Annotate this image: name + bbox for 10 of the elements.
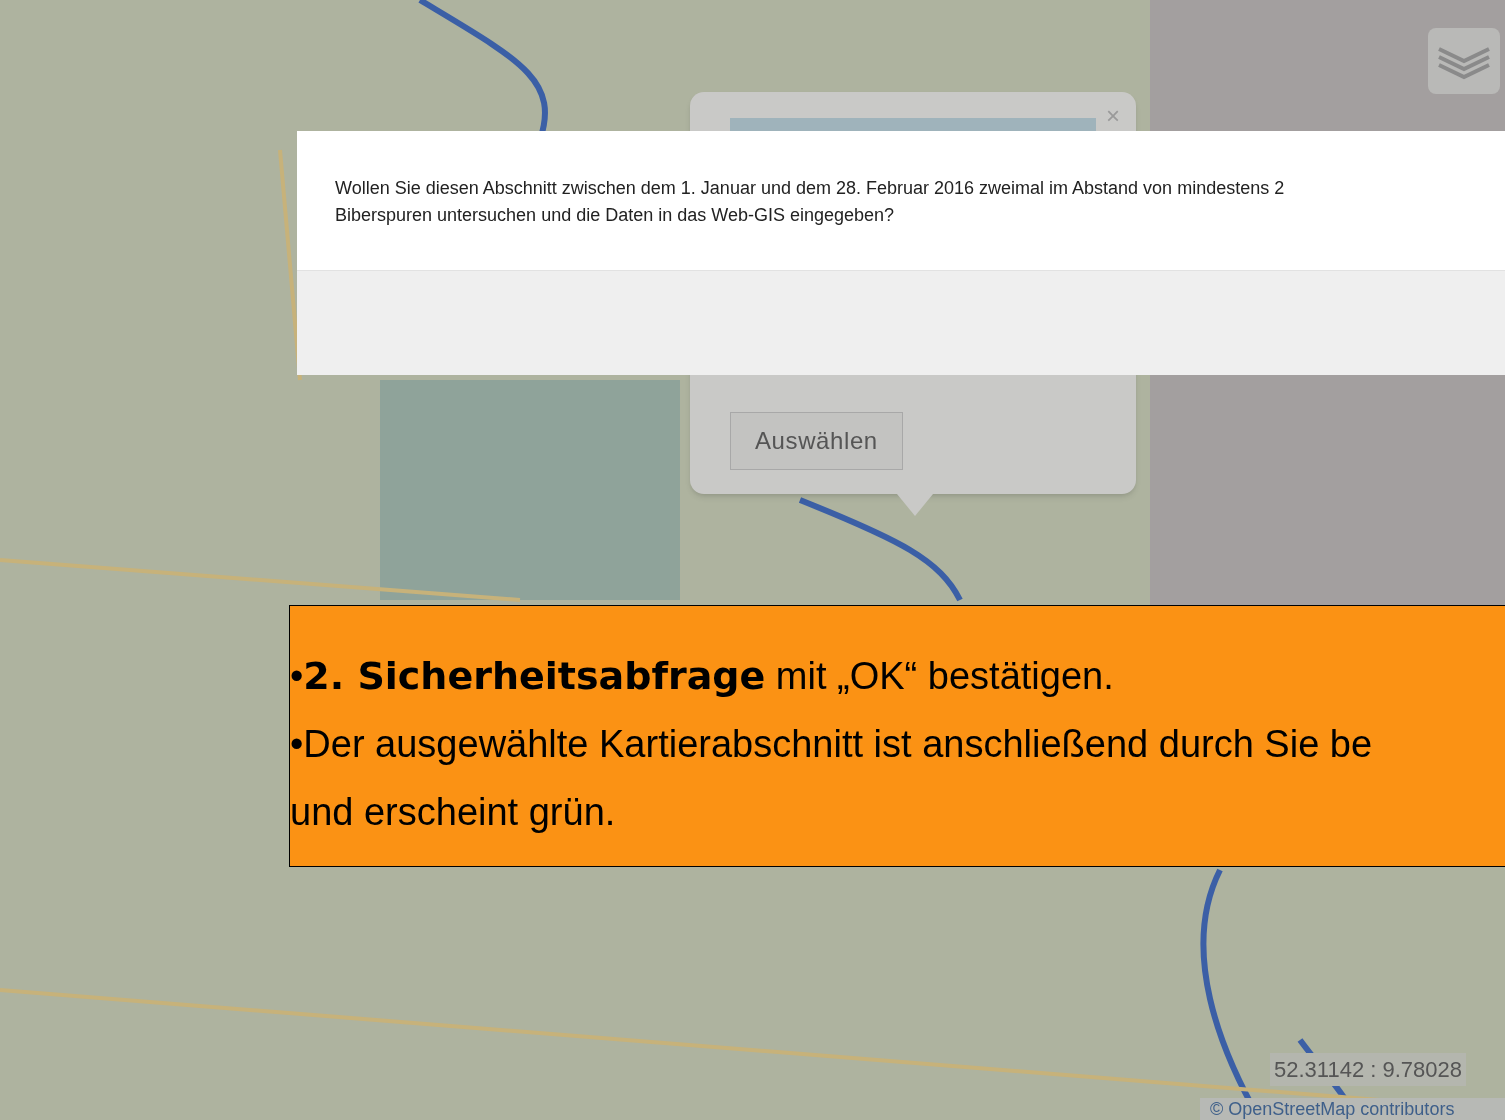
select-button[interactable]: Auswählen bbox=[730, 412, 903, 470]
annotation-text: •Der ausgewählte Kartierabschnitt ist anschließend durch Sie be bbox=[290, 722, 1374, 767]
dialog-message: Wollen Sie diesen Abschnitt zwischen dem 1. Januar und dem 28. Februar 2016 zweimal im Abstand von mindestens 2 bbox=[335, 177, 1286, 200]
close-icon[interactable]: × bbox=[1106, 98, 1120, 134]
dialog-message: Biberspuren untersuchen und die Daten in das Web-GIS eingegeben? bbox=[335, 204, 896, 227]
layers-button[interactable] bbox=[1428, 28, 1500, 94]
attribution-link[interactable]: © OpenStreetMap contributors bbox=[1210, 1099, 1455, 1119]
coordinates-readout: 52.31142 : 9.78028 bbox=[1270, 1053, 1466, 1086]
annotation-text: und erscheint grün. bbox=[290, 790, 617, 835]
annotation-text: •2. Sicherheitsabfrage mit „OK“ bestätigen. bbox=[290, 653, 1115, 700]
